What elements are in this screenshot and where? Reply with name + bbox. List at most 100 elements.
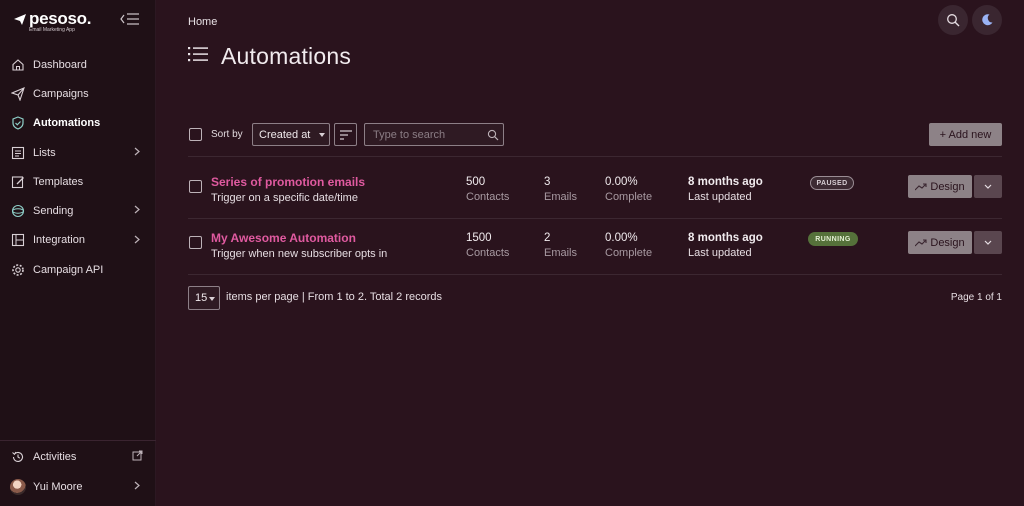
home-icon: [10, 57, 26, 73]
design-button-label: Design: [930, 180, 965, 193]
sidebar-item-label: Dashboard: [33, 58, 87, 71]
globe-icon: [10, 203, 26, 219]
row-actions-dropdown[interactable]: [974, 231, 1002, 254]
chevron-right-icon: [134, 481, 140, 493]
emails-stat: 3 Emails: [544, 176, 577, 203]
per-page-value: 15: [195, 292, 208, 304]
dark-mode-icon[interactable]: [972, 5, 1002, 35]
updated-value: 8 months ago: [688, 176, 763, 188]
automation-trigger: Trigger on a specific date/time: [211, 192, 358, 204]
emails-value: 2: [544, 232, 551, 244]
select-all-checkbox[interactable]: [189, 128, 202, 141]
list-icon: [10, 145, 26, 161]
sidebar-item-label: Sending: [33, 205, 74, 218]
search-input[interactable]: [365, 124, 475, 145]
complete-stat: 0.00% Complete: [605, 176, 652, 203]
gear-icon: [10, 262, 26, 278]
app-logo[interactable]: pesoso. Email Marketing App: [14, 10, 91, 33]
updated-value: 8 months ago: [688, 232, 763, 244]
sidebar-item-label: Campaign API: [33, 263, 104, 276]
sort-direction-button[interactable]: [334, 123, 357, 146]
sidebar-item-templates[interactable]: Templates: [0, 167, 156, 196]
shield-check-icon: [10, 115, 26, 131]
chevron-right-icon: [134, 147, 140, 159]
updated-stat: 8 months ago Last updated: [688, 232, 763, 259]
sidebar-item-sending[interactable]: Sending: [0, 196, 156, 225]
sidebar-item-user[interactable]: Yui Moore: [0, 472, 156, 501]
design-button-label: Design: [930, 236, 965, 249]
caret-down-icon: [319, 133, 325, 137]
complete-stat: 0.00% Complete: [605, 232, 652, 259]
sort-select-value: Created at: [259, 128, 311, 141]
search-icon[interactable]: [487, 128, 499, 146]
updated-stat: 8 months ago Last updated: [688, 176, 763, 203]
emails-value: 3: [544, 176, 551, 188]
sidebar-item-activities[interactable]: Activities: [0, 442, 156, 471]
caret-down-icon: [209, 297, 215, 301]
contacts-value: 500: [466, 176, 486, 188]
sidebar-item-label: Templates: [33, 175, 84, 188]
contacts-value: 1500: [466, 232, 492, 244]
main-content: Home Automations Sort by Created at Type…: [157, 0, 1024, 506]
sidebar-item-campaigns[interactable]: Campaigns: [0, 79, 156, 108]
add-new-button[interactable]: + Add new: [929, 123, 1002, 146]
updated-label: Last updated: [688, 191, 752, 203]
page-header: Automations: [188, 43, 351, 70]
search-box: [364, 123, 504, 146]
list-toolbar: Sort by Created at + Add new: [188, 122, 1002, 148]
design-button[interactable]: Design: [908, 175, 972, 198]
sidebar-item-label: Activities: [33, 450, 77, 463]
complete-label: Complete: [605, 247, 653, 259]
divider: [188, 274, 1002, 275]
design-button[interactable]: Design: [908, 231, 972, 254]
sidebar-item-label: Integration: [33, 234, 85, 247]
per-page-select[interactable]: 15: [188, 286, 220, 310]
contacts-label: Contacts: [466, 247, 510, 259]
chevron-down-icon: [984, 184, 992, 189]
emails-label: Emails: [544, 191, 578, 203]
search-icon[interactable]: [938, 5, 968, 35]
breadcrumb[interactable]: Home: [188, 16, 217, 28]
table-row: Series of promotion emails Trigger on a …: [188, 161, 1002, 217]
design-icon: [915, 238, 927, 246]
sidebar-item-label: Lists: [33, 146, 56, 159]
page-indicator: Page 1 of 1: [950, 292, 1002, 303]
automation-title-link[interactable]: Series of promotion emails: [211, 175, 365, 189]
sort-icon: [339, 129, 352, 140]
sidebar-item-campaign-api[interactable]: Campaign API: [0, 255, 156, 284]
automation-trigger: Trigger when new subscriber opts in: [211, 248, 388, 260]
status-badge: RUNNING: [808, 232, 858, 246]
pagination: 15 items per page | From 1 to 2. Total 2…: [188, 286, 1002, 310]
sidebar: pesoso. Email Marketing App Dashboard Ca…: [0, 0, 156, 506]
sort-label: Sort by: [211, 129, 243, 140]
sidebar-nav: Dashboard Campaigns Automations Lists Te…: [0, 50, 156, 284]
sidebar-divider: [0, 440, 156, 441]
emails-label: Emails: [544, 247, 578, 259]
sidebar-item-automations[interactable]: Automations: [0, 109, 156, 138]
sort-select[interactable]: Created at: [252, 123, 330, 146]
updated-label: Last updated: [688, 247, 752, 259]
sidebar-item-dashboard[interactable]: Dashboard: [0, 50, 156, 79]
row-actions-dropdown[interactable]: [974, 175, 1002, 198]
contacts-stat: 1500 Contacts: [466, 232, 509, 259]
collapse-sidebar-icon[interactable]: [120, 12, 140, 31]
contacts-stat: 500 Contacts: [466, 176, 509, 203]
integration-icon: [10, 232, 26, 248]
contacts-label: Contacts: [466, 191, 510, 203]
emails-stat: 2 Emails: [544, 232, 577, 259]
row-checkbox[interactable]: [189, 180, 202, 193]
chevron-right-icon: [134, 235, 140, 247]
complete-value: 0.00%: [605, 232, 638, 244]
avatar: [10, 478, 26, 495]
sidebar-item-label: Campaigns: [33, 87, 89, 100]
sidebar-item-integration[interactable]: Integration: [0, 226, 156, 255]
sidebar-bottom-nav: Activities Yui Moore: [0, 442, 156, 502]
page-title: Automations: [221, 43, 352, 69]
complete-label: Complete: [605, 191, 653, 203]
edit-icon: [10, 174, 26, 190]
sidebar-item-lists[interactable]: Lists: [0, 138, 156, 167]
row-checkbox[interactable]: [189, 236, 202, 249]
status-badge: PAUSED: [810, 176, 854, 190]
automation-title-link[interactable]: My Awesome Automation: [211, 231, 356, 245]
list-icon: [188, 46, 208, 67]
